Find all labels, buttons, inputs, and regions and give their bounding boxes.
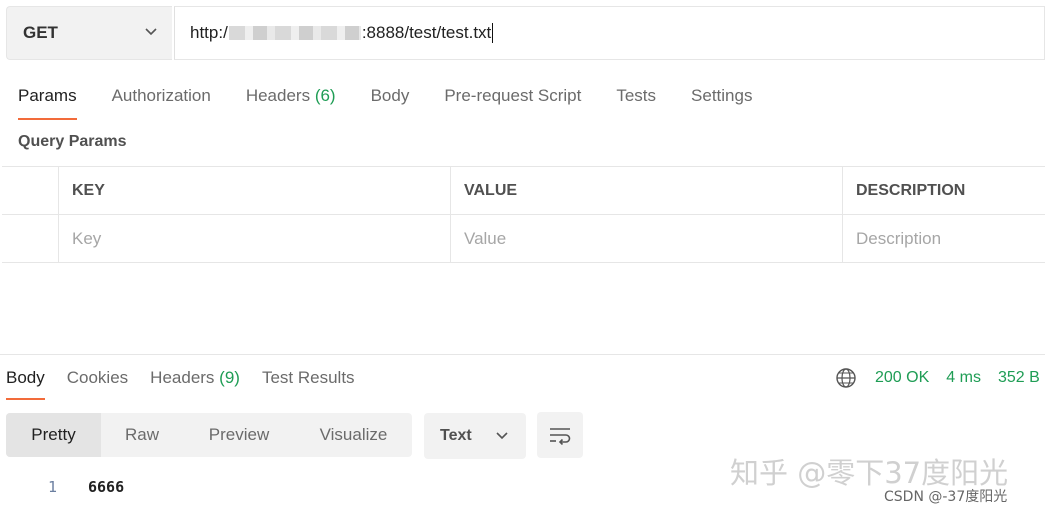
line-number: 1 — [48, 478, 58, 496]
url-input[interactable]: http:/ :8888/test/test.txt — [174, 6, 1045, 60]
wrap-lines-button[interactable] — [537, 412, 583, 458]
text-caret — [492, 23, 494, 43]
tab-count-badge: (6) — [314, 86, 336, 105]
value-input[interactable]: Value — [451, 215, 843, 262]
tab-label: Tests — [616, 86, 657, 105]
view-mode-pretty[interactable]: Pretty — [6, 413, 101, 457]
tab-label: Test Results — [261, 368, 355, 387]
chevron-down-icon — [145, 28, 157, 36]
tab-label: Body — [6, 368, 45, 387]
column-header-key: KEY — [59, 167, 451, 214]
chevron-down-icon — [496, 432, 508, 440]
globe-icon[interactable] — [835, 367, 857, 389]
request-tabs: Params Authorization Headers (6) Body Pr… — [18, 84, 787, 120]
format-select[interactable]: Text — [424, 413, 526, 459]
view-mode-visualize[interactable]: Visualize — [295, 413, 412, 457]
response-divider[interactable] — [0, 354, 1045, 355]
tab-count-badge: (9) — [219, 368, 240, 387]
wrap-lines-icon — [550, 428, 571, 445]
tab-body[interactable]: Body — [371, 84, 410, 120]
tab-tests[interactable]: Tests — [616, 84, 656, 120]
view-mode-raw[interactable]: Raw — [101, 413, 183, 457]
url-prefix: http:/ — [190, 23, 228, 42]
row-checkbox-column — [2, 167, 59, 214]
tab-pre-request-script[interactable]: Pre-request Script — [444, 84, 581, 120]
tab-label: Pre-request Script — [444, 86, 582, 105]
tab-test-results[interactable]: Test Results — [262, 366, 355, 390]
table-row: Key Value Description — [2, 215, 1045, 263]
response-size[interactable]: 352 B — [998, 366, 1040, 390]
tab-params[interactable]: Params — [18, 84, 77, 120]
description-input[interactable]: Description — [843, 215, 1045, 262]
view-mode-selector: Pretty Raw Preview Visualize — [6, 413, 412, 457]
tab-label: Cookies — [66, 368, 129, 387]
tab-headers[interactable]: Headers (6) — [246, 84, 336, 120]
response-time[interactable]: 4 ms — [946, 366, 981, 390]
tab-response-cookies[interactable]: Cookies — [67, 366, 128, 390]
response-body-line: 1 6666 — [48, 478, 124, 496]
tab-label: Headers — [245, 86, 311, 105]
key-input[interactable]: Key — [59, 215, 451, 262]
column-header-description: DESCRIPTION — [856, 181, 966, 199]
url-redacted-host — [228, 26, 361, 40]
method-select[interactable]: GET — [6, 6, 172, 60]
response-tabs: Body Cookies Headers (9) Test Results — [6, 366, 377, 400]
tab-settings[interactable]: Settings — [691, 84, 752, 120]
view-mode-preview[interactable]: Preview — [183, 413, 295, 457]
url-suffix: :8888/test/test.txt — [361, 23, 492, 42]
query-params-title: Query Params — [18, 133, 127, 150]
tab-label: Params — [18, 86, 77, 105]
tab-label: Settings — [691, 86, 753, 105]
format-label: Text — [440, 427, 472, 444]
table-header-row: KEY VALUE DESCRIPTION — [2, 167, 1045, 215]
tab-label: Body — [370, 86, 410, 105]
response-status-bar: 200 OK 4 ms 352 B — [835, 366, 1045, 390]
tab-authorization[interactable]: Authorization — [112, 84, 211, 120]
csdn-watermark: CSDN @-37度阳光 — [884, 489, 1008, 505]
tab-label: Headers — [150, 368, 215, 387]
column-header-value: VALUE — [451, 167, 843, 214]
query-params-table: KEY VALUE DESCRIPTION Key Value Descript… — [2, 166, 1045, 263]
status-code[interactable]: 200 OK — [875, 366, 929, 390]
tab-response-headers[interactable]: Headers (9) — [150, 366, 240, 390]
tab-label: Authorization — [111, 86, 211, 105]
line-content: 6666 — [88, 478, 125, 496]
tab-response-body[interactable]: Body — [6, 366, 45, 400]
row-checkbox-cell — [2, 215, 59, 262]
method-label: GET — [23, 23, 58, 42]
